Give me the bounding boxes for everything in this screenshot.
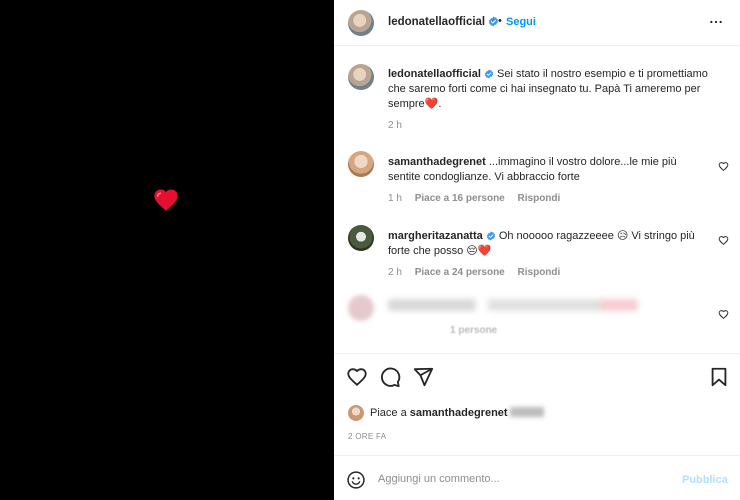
- comment-text: samanthadegrenet ...immagino il vostro d…: [388, 155, 708, 185]
- comment-text: margheritazanatta Oh nooooo ragazzeeee 😥…: [388, 229, 708, 259]
- comment-bubble-icon[interactable]: [379, 366, 401, 388]
- likes-username[interactable]: samanthadegrenet: [410, 407, 508, 419]
- caption-time: 2 h: [388, 120, 402, 131]
- caption-username[interactable]: ledonatellaofficial: [388, 68, 481, 80]
- heart-outline-icon[interactable]: [718, 309, 729, 320]
- likes-prefix: Piace a: [370, 407, 407, 419]
- likes-text: Piace a samanthadegrenet: [370, 407, 544, 419]
- post-sidebar: ledonatellaofficial • Segui ledonatellao…: [334, 0, 740, 500]
- avatar[interactable]: [348, 225, 374, 251]
- comment-likes-count[interactable]: Piace a 16 persone: [415, 193, 505, 204]
- caption-meta: 2 h: [388, 120, 412, 131]
- comment-username[interactable]: margheritazanatta: [388, 230, 483, 242]
- blurred-name: [509, 407, 544, 417]
- follow-button[interactable]: Segui: [506, 16, 536, 28]
- heart-outline-icon[interactable]: [346, 366, 368, 388]
- comment-likes-count[interactable]: Piace a 24 persone: [415, 267, 505, 278]
- pensive-heart-emoji: 😔❤️: [466, 245, 492, 257]
- post-media[interactable]: [0, 0, 334, 500]
- sad-emoji: 😥: [616, 230, 629, 242]
- comment-input[interactable]: [378, 470, 668, 488]
- comment-username[interactable]: samanthadegrenet: [388, 156, 486, 168]
- comment-time: 2 h: [388, 267, 402, 278]
- header-username[interactable]: ledonatellaofficial: [388, 16, 499, 28]
- add-comment-bar: Pubblica: [334, 455, 740, 500]
- avatar[interactable]: [348, 295, 374, 321]
- comment-body: Oh nooooo ragazzeeee: [498, 230, 614, 242]
- comments-list[interactable]: ledonatellaofficial Sei stato il nostro …: [334, 47, 740, 354]
- red-heart-icon: [154, 189, 178, 211]
- reply-button[interactable]: Rispondi: [518, 193, 561, 204]
- avatar[interactable]: [348, 64, 374, 90]
- action-bar: [334, 366, 740, 390]
- publish-button[interactable]: Pubblica: [682, 474, 728, 486]
- comment-time: 1 h: [388, 193, 402, 204]
- comment-meta: 1 h Piace a 16 persone Rispondi: [388, 193, 570, 204]
- heart-outline-icon[interactable]: [718, 235, 729, 246]
- reply-button[interactable]: Rispondi: [518, 267, 561, 278]
- blurred-comment-text: [388, 299, 638, 311]
- header-username-text[interactable]: ledonatellaofficial: [388, 16, 485, 28]
- post-timestamp: 2 ORE FA: [348, 432, 387, 441]
- post-header: ledonatellaofficial • Segui: [334, 0, 740, 46]
- more-options-icon[interactable]: [708, 14, 724, 30]
- verified-badge-icon: [484, 69, 494, 79]
- heart-outline-icon[interactable]: [718, 161, 729, 172]
- red-heart-emoji: ❤️: [424, 98, 439, 110]
- smiley-icon[interactable]: [346, 470, 366, 490]
- bookmark-icon[interactable]: [708, 366, 730, 388]
- avatar[interactable]: [348, 405, 364, 421]
- paper-plane-icon[interactable]: [412, 366, 434, 388]
- comment-likes-count[interactable]: 1 persone: [450, 325, 497, 336]
- separator-dot: •: [498, 15, 502, 27]
- caption-text: ledonatellaofficial Sei stato il nostro …: [388, 68, 708, 110]
- instagram-post-view: ledonatellaofficial • Segui ledonatellao…: [0, 0, 740, 500]
- avatar[interactable]: [348, 151, 374, 177]
- comment-meta: 2 h Piace a 24 persone Rispondi: [388, 267, 570, 278]
- verified-badge-icon: [486, 231, 495, 241]
- avatar[interactable]: [348, 10, 374, 36]
- comment-meta: 1 persone: [450, 325, 507, 336]
